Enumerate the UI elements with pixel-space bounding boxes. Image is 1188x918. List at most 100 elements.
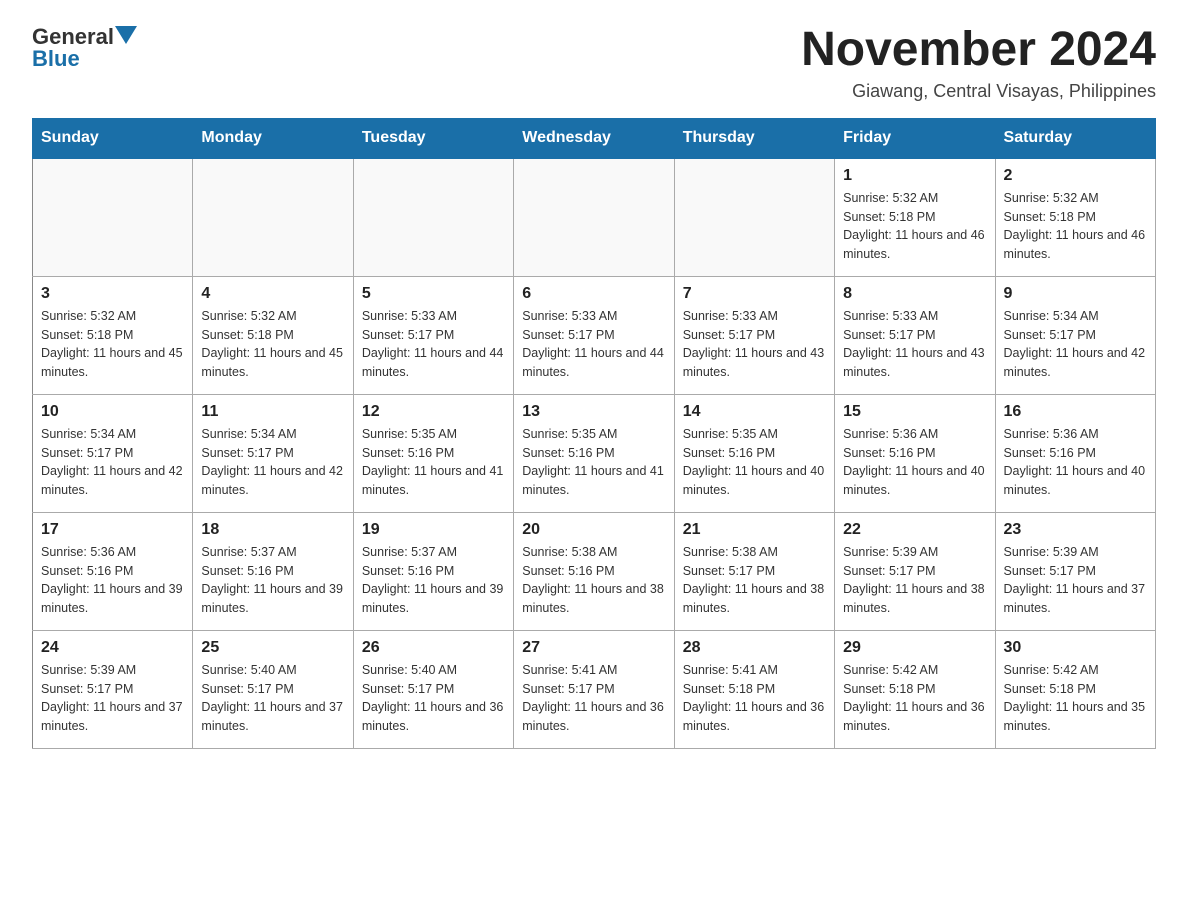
day-number: 1 xyxy=(843,167,986,185)
day-info: Sunrise: 5:34 AM Sunset: 5:17 PM Dayligh… xyxy=(201,425,344,500)
day-number: 30 xyxy=(1004,639,1147,657)
calendar-cell: 10Sunrise: 5:34 AM Sunset: 5:17 PM Dayli… xyxy=(33,394,193,512)
day-info: Sunrise: 5:36 AM Sunset: 5:16 PM Dayligh… xyxy=(843,425,986,500)
calendar-cell: 3Sunrise: 5:32 AM Sunset: 5:18 PM Daylig… xyxy=(33,276,193,394)
day-info: Sunrise: 5:33 AM Sunset: 5:17 PM Dayligh… xyxy=(843,307,986,382)
calendar-week-row: 3 Sunrise: 5:32 AM Sunset: 5:18 PM Daylig… xyxy=(33,276,1156,394)
day-info: Sunrise: 5:42 AM Sunset: 5:18 PM Dayligh… xyxy=(1004,661,1147,736)
day-number: 9 xyxy=(1004,285,1147,303)
calendar-cell: 7 Sunrise: 5:33 AM Sunset: 5:17 PM Daylig… xyxy=(674,276,834,394)
day-info: Sunrise: 5:42 AM Sunset: 5:18 PM Dayligh… xyxy=(843,661,986,736)
day-number: 20 xyxy=(522,521,665,539)
day-info: Sunrise: 5:35 AM Sunset: 5:16 PM Dayligh… xyxy=(522,425,665,500)
calendar-cell: 4Sunrise: 5:32 AM Sunset: 5:18 PM Daylig… xyxy=(193,276,353,394)
calendar-cell: 13 Sunrise: 5:35 AM Sunset: 5:16 PM Dayli… xyxy=(514,394,674,512)
day-info: Sunrise: 5:38 AM Sunset: 5:17 PM Dayligh… xyxy=(683,543,826,618)
day-number: 12 xyxy=(362,403,505,421)
day-number: 14 xyxy=(683,403,826,421)
day-info: Sunrise: 5:33 AM Sunset: 5:17 PM Dayligh… xyxy=(362,307,505,382)
calendar-cell: 9 Sunrise: 5:34 AM Sunset: 5:17 PM Daylig… xyxy=(995,276,1155,394)
location-title: Giawang, Central Visayas, Philippines xyxy=(801,81,1156,102)
calendar-cell xyxy=(514,158,674,277)
page-header: General Blue November 2024 Giawang, Cent… xyxy=(32,24,1156,102)
day-info: Sunrise: 5:39 AM Sunset: 5:17 PM Dayligh… xyxy=(1004,543,1147,618)
weekday-header-wednesday: Wednesday xyxy=(514,118,674,158)
calendar-header-row: SundayMondayTuesdayWednesdayThursdayFrid… xyxy=(33,118,1156,158)
day-number: 28 xyxy=(683,639,826,657)
calendar-cell: 18 Sunrise: 5:37 AM Sunset: 5:16 PM Dayli… xyxy=(193,512,353,630)
day-number: 17 xyxy=(41,521,184,539)
day-info: Sunrise: 5:36 AM Sunset: 5:16 PM Dayligh… xyxy=(41,543,184,618)
day-number: 23 xyxy=(1004,521,1147,539)
day-info: Sunrise: 5:36 AM Sunset: 5:16 PM Dayligh… xyxy=(1004,425,1147,500)
day-info: Sunrise: 5:40 AM Sunset: 5:17 PM Dayligh… xyxy=(201,661,344,736)
day-number: 6 xyxy=(522,285,665,303)
calendar-cell: 29 Sunrise: 5:42 AM Sunset: 5:18 PM Dayli… xyxy=(835,630,995,748)
day-number: 18 xyxy=(201,521,344,539)
weekday-header-thursday: Thursday xyxy=(674,118,834,158)
day-number: 2 xyxy=(1004,167,1147,185)
calendar-cell: 8 Sunrise: 5:33 AM Sunset: 5:17 PM Daylig… xyxy=(835,276,995,394)
day-number: 13 xyxy=(522,403,665,421)
calendar-cell: 2 Sunrise: 5:32 AM Sunset: 5:18 PM Daylig… xyxy=(995,158,1155,277)
day-info: Sunrise: 5:41 AM Sunset: 5:18 PM Dayligh… xyxy=(683,661,826,736)
calendar-cell: 15Sunrise: 5:36 AM Sunset: 5:16 PM Dayli… xyxy=(835,394,995,512)
day-info: Sunrise: 5:35 AM Sunset: 5:16 PM Dayligh… xyxy=(683,425,826,500)
calendar-cell: 1Sunrise: 5:32 AM Sunset: 5:18 PM Daylig… xyxy=(835,158,995,277)
day-info: Sunrise: 5:39 AM Sunset: 5:17 PM Dayligh… xyxy=(843,543,986,618)
day-info: Sunrise: 5:33 AM Sunset: 5:17 PM Dayligh… xyxy=(683,307,826,382)
calendar-cell: 16 Sunrise: 5:36 AM Sunset: 5:16 PM Dayli… xyxy=(995,394,1155,512)
day-number: 21 xyxy=(683,521,826,539)
day-info: Sunrise: 5:32 AM Sunset: 5:18 PM Dayligh… xyxy=(1004,189,1147,264)
calendar-week-row: 17 Sunrise: 5:36 AM Sunset: 5:16 PM Dayli… xyxy=(33,512,1156,630)
day-number: 19 xyxy=(362,521,505,539)
day-number: 24 xyxy=(41,639,184,657)
calendar-cell: 28 Sunrise: 5:41 AM Sunset: 5:18 PM Dayli… xyxy=(674,630,834,748)
weekday-header-saturday: Saturday xyxy=(995,118,1155,158)
calendar-cell xyxy=(353,158,513,277)
day-number: 27 xyxy=(522,639,665,657)
day-info: Sunrise: 5:37 AM Sunset: 5:16 PM Dayligh… xyxy=(362,543,505,618)
calendar-cell xyxy=(674,158,834,277)
day-number: 3 xyxy=(41,285,184,303)
calendar-table: SundayMondayTuesdayWednesdayThursdayFrid… xyxy=(32,118,1156,749)
calendar-cell xyxy=(33,158,193,277)
logo-blue-text: Blue xyxy=(32,46,80,72)
day-number: 16 xyxy=(1004,403,1147,421)
weekday-header-friday: Friday xyxy=(835,118,995,158)
day-number: 5 xyxy=(362,285,505,303)
calendar-cell: 21 Sunrise: 5:38 AM Sunset: 5:17 PM Dayli… xyxy=(674,512,834,630)
day-info: Sunrise: 5:34 AM Sunset: 5:17 PM Dayligh… xyxy=(1004,307,1147,382)
day-info: Sunrise: 5:37 AM Sunset: 5:16 PM Dayligh… xyxy=(201,543,344,618)
weekday-header-tuesday: Tuesday xyxy=(353,118,513,158)
day-number: 8 xyxy=(843,285,986,303)
calendar-week-row: 24Sunrise: 5:39 AM Sunset: 5:17 PM Dayli… xyxy=(33,630,1156,748)
calendar-cell: 27 Sunrise: 5:41 AM Sunset: 5:17 PM Dayli… xyxy=(514,630,674,748)
day-info: Sunrise: 5:35 AM Sunset: 5:16 PM Dayligh… xyxy=(362,425,505,500)
day-info: Sunrise: 5:34 AM Sunset: 5:17 PM Dayligh… xyxy=(41,425,184,500)
calendar-cell: 24Sunrise: 5:39 AM Sunset: 5:17 PM Dayli… xyxy=(33,630,193,748)
day-info: Sunrise: 5:33 AM Sunset: 5:17 PM Dayligh… xyxy=(522,307,665,382)
day-number: 26 xyxy=(362,639,505,657)
day-number: 7 xyxy=(683,285,826,303)
calendar-week-row: 10Sunrise: 5:34 AM Sunset: 5:17 PM Dayli… xyxy=(33,394,1156,512)
calendar-cell: 20 Sunrise: 5:38 AM Sunset: 5:16 PM Dayli… xyxy=(514,512,674,630)
day-info: Sunrise: 5:32 AM Sunset: 5:18 PM Dayligh… xyxy=(201,307,344,382)
calendar-cell: 25 Sunrise: 5:40 AM Sunset: 5:17 PM Dayli… xyxy=(193,630,353,748)
day-number: 29 xyxy=(843,639,986,657)
calendar-cell: 23 Sunrise: 5:39 AM Sunset: 5:17 PM Dayli… xyxy=(995,512,1155,630)
logo: General Blue xyxy=(32,24,137,72)
calendar-cell: 11Sunrise: 5:34 AM Sunset: 5:17 PM Dayli… xyxy=(193,394,353,512)
calendar-cell: 12 Sunrise: 5:35 AM Sunset: 5:16 PM Dayli… xyxy=(353,394,513,512)
weekday-header-sunday: Sunday xyxy=(33,118,193,158)
calendar-cell xyxy=(193,158,353,277)
day-info: Sunrise: 5:40 AM Sunset: 5:17 PM Dayligh… xyxy=(362,661,505,736)
day-info: Sunrise: 5:38 AM Sunset: 5:16 PM Dayligh… xyxy=(522,543,665,618)
title-block: November 2024 Giawang, Central Visayas, … xyxy=(801,24,1156,102)
weekday-header-monday: Monday xyxy=(193,118,353,158)
day-info: Sunrise: 5:41 AM Sunset: 5:17 PM Dayligh… xyxy=(522,661,665,736)
calendar-cell: 17 Sunrise: 5:36 AM Sunset: 5:16 PM Dayli… xyxy=(33,512,193,630)
calendar-week-row: 1 Sunrise: 5:32 AM Sunset: 5:18 PM Daylig… xyxy=(33,158,1156,277)
day-number: 25 xyxy=(201,639,344,657)
calendar-cell: 19 Sunrise: 5:37 AM Sunset: 5:16 PM Dayli… xyxy=(353,512,513,630)
